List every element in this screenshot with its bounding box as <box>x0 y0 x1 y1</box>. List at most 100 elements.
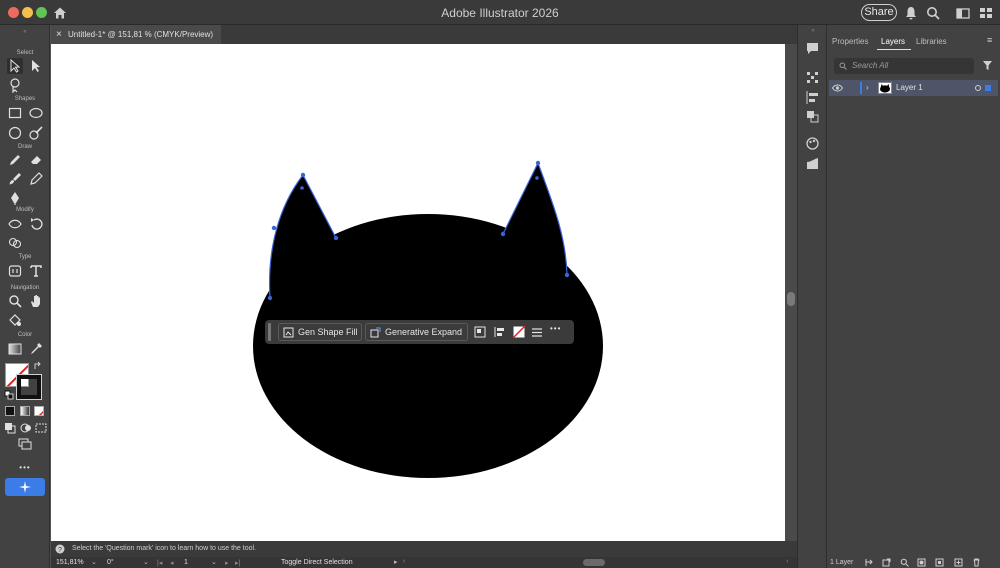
search-icon[interactable] <box>925 5 941 21</box>
rotation-value[interactable]: 0° <box>107 559 114 566</box>
scroll-right-icon[interactable]: › <box>786 558 788 565</box>
zoom-dropdown-icon[interactable]: ⌄ <box>91 558 97 566</box>
visibility-eye-icon[interactable] <box>832 83 843 93</box>
rotate-tool-icon[interactable] <box>28 216 44 232</box>
isolate-icon[interactable] <box>474 326 486 338</box>
artboard-number[interactable]: 1 <box>184 559 188 566</box>
close-tab-icon[interactable]: × <box>56 25 62 44</box>
shaper-tool-icon[interactable] <box>28 125 44 141</box>
workspace-icon[interactable] <box>955 5 971 21</box>
color-mode-button[interactable] <box>5 406 15 416</box>
gen-shape-fill-icon <box>283 327 294 338</box>
next-artboard-icon[interactable]: ▸ <box>225 559 229 567</box>
collect-for-export-icon[interactable] <box>865 558 874 567</box>
default-fill-stroke-icon[interactable] <box>4 390 14 400</box>
layer-name[interactable]: Layer 1 <box>896 80 923 96</box>
pencil-tool-icon[interactable] <box>7 152 23 168</box>
previous-artboard-icon[interactable]: ◂ <box>170 559 174 567</box>
draw-behind-icon[interactable] <box>20 422 32 434</box>
rectangle-tool-icon[interactable] <box>7 105 23 121</box>
gradient-panel-icon[interactable] <box>805 156 820 171</box>
none-mode-button[interactable] <box>34 406 44 416</box>
swap-fill-stroke-icon[interactable] <box>33 361 43 371</box>
question-mark-icon[interactable]: ? <box>55 544 65 554</box>
rotation-dropdown-icon[interactable]: ⌄ <box>143 558 149 566</box>
document-tab[interactable]: × Untitled-1* @ 151,81 % (CMYK/Preview) <box>51 25 221 44</box>
edit-toolbar-button[interactable]: ••• <box>0 463 50 472</box>
clipping-mask-icon[interactable] <box>917 558 926 567</box>
artboard[interactable] <box>51 44 785 541</box>
align-panel-icon[interactable] <box>805 90 820 105</box>
align-icon[interactable] <box>494 326 506 338</box>
shape-tool-icon[interactable] <box>7 125 23 141</box>
vertical-scroll-thumb[interactable] <box>787 292 795 306</box>
puppet-warp-tool-icon[interactable] <box>7 263 23 279</box>
tab-properties[interactable]: Properties <box>832 37 868 46</box>
tab-layers[interactable]: Layers <box>881 37 905 46</box>
status-menu-icon[interactable]: ▸ <box>394 558 398 566</box>
zoom-tool-icon[interactable] <box>7 293 23 309</box>
blob-brush-tool-icon[interactable] <box>28 171 44 187</box>
locate-object-icon[interactable] <box>900 558 909 567</box>
draw-inside-icon[interactable] <box>35 422 47 434</box>
gen-shape-fill-button[interactable]: Gen Shape Fill <box>278 323 362 341</box>
export-icon[interactable] <box>882 558 891 567</box>
layers-search-input[interactable]: Search All <box>834 58 974 74</box>
task-bar-more-button[interactable]: ••• <box>550 324 561 333</box>
artwork[interactable] <box>51 44 785 541</box>
pen-tool-icon[interactable] <box>7 190 23 206</box>
filter-icon[interactable] <box>982 60 993 71</box>
generative-expand-button[interactable]: Generative Expand <box>365 323 468 341</box>
draw-normal-icon[interactable] <box>4 422 16 434</box>
tab-libraries[interactable]: Libraries <box>916 37 947 46</box>
type-tool-icon[interactable] <box>28 263 44 279</box>
paintbrush-tool-icon[interactable] <box>7 171 23 187</box>
first-artboard-icon[interactable]: |◂ <box>157 559 162 567</box>
last-artboard-icon[interactable]: ▸| <box>235 559 240 567</box>
gradient-tool-icon[interactable] <box>7 341 23 357</box>
color-guide-icon[interactable] <box>805 136 820 151</box>
share-button[interactable]: Share <box>861 4 897 21</box>
toolbar-grip[interactable]: « <box>0 29 50 35</box>
screen-mode-icon[interactable] <box>17 437 33 451</box>
task-bar-grip[interactable] <box>268 323 271 341</box>
stroke-weight-icon[interactable] <box>531 326 543 338</box>
fill-none-icon[interactable] <box>513 326 525 338</box>
shape-builder-tool-icon[interactable] <box>7 235 23 251</box>
layer-selection-indicator[interactable] <box>985 85 991 91</box>
app-title: Adobe Illustrator 2026 <box>441 6 559 20</box>
generative-ai-button[interactable] <box>5 478 45 496</box>
canvas-area[interactable] <box>51 44 797 541</box>
live-paint-tool-icon[interactable] <box>7 312 23 328</box>
gradient-mode-button[interactable] <box>20 406 30 416</box>
delete-layer-icon[interactable] <box>972 558 981 567</box>
layer-target-icon[interactable] <box>975 85 981 91</box>
direct-selection-tool-icon[interactable] <box>28 58 44 74</box>
horizontal-scroll-thumb[interactable] <box>583 559 605 566</box>
magic-wand-tool-icon[interactable] <box>7 77 23 93</box>
bell-icon[interactable] <box>903 5 919 21</box>
scroll-left-icon[interactable]: ‹ <box>403 558 405 565</box>
stroke-swatch[interactable] <box>16 374 42 400</box>
dock-collapse-icon[interactable]: « <box>798 28 828 34</box>
comments-icon[interactable] <box>805 41 820 56</box>
hand-tool-icon[interactable] <box>28 293 44 309</box>
transform-icon[interactable] <box>805 70 820 85</box>
panel-menu-icon[interactable]: ≡ <box>987 35 992 45</box>
arrange-documents-icon[interactable] <box>978 5 994 21</box>
layer-row[interactable]: › Layer 1 <box>829 80 998 96</box>
new-layer-icon[interactable] <box>954 558 963 567</box>
help-text: Select the 'Question mark' icon to learn… <box>72 545 256 552</box>
zoom-level[interactable]: 151,81% <box>56 559 84 566</box>
expand-layer-icon[interactable]: › <box>866 80 869 96</box>
eraser-tool-icon[interactable] <box>28 152 44 168</box>
pathfinder-icon[interactable] <box>805 109 820 124</box>
selection-tool-icon[interactable] <box>7 58 23 74</box>
artboard-dropdown-icon[interactable]: ⌄ <box>211 558 217 566</box>
vertical-scrollbar[interactable] <box>785 44 797 541</box>
eyedropper-tool-icon[interactable] <box>28 341 44 357</box>
new-sublayer-icon[interactable] <box>935 558 944 567</box>
generative-expand-icon <box>370 327 381 338</box>
width-tool-icon[interactable] <box>7 216 23 232</box>
ellipse-tool-icon[interactable] <box>28 105 44 121</box>
